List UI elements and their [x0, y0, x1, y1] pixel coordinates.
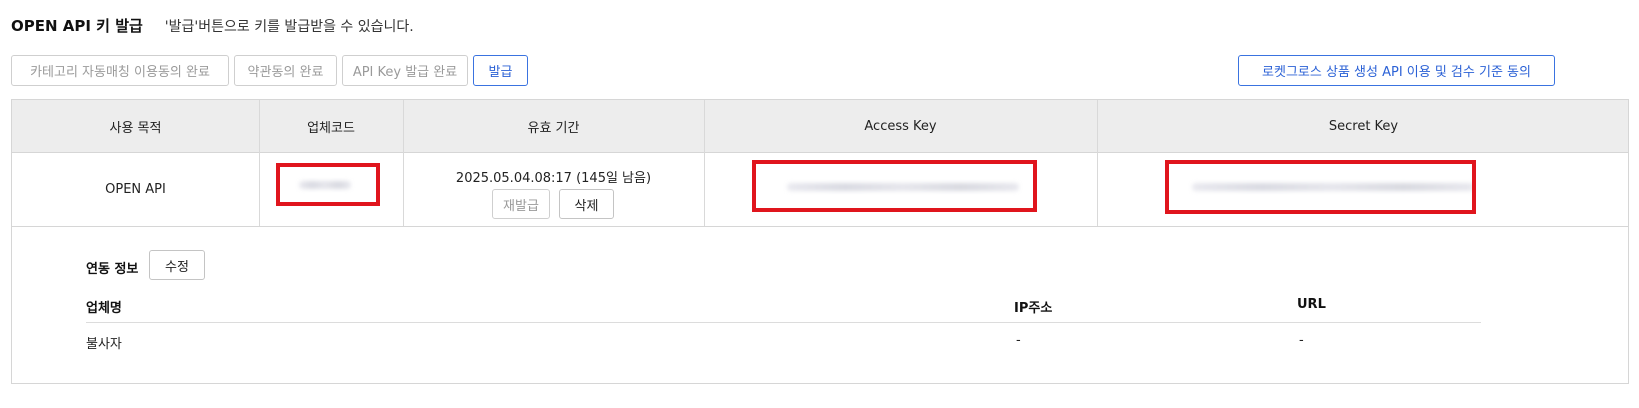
integration-divider	[86, 322, 1481, 323]
column-divider	[704, 100, 705, 226]
ip-address-value: -	[1016, 333, 1021, 348]
validity-cell: 2025.05.04.08:17 (145일 남음) 재발급 삭제	[403, 153, 704, 226]
column-header-purpose: 사용 목적	[109, 120, 162, 136]
page-header: OPEN API 키 발급 '발급'버튼으로 키를 발급받을 수 있습니다.	[11, 15, 414, 36]
column-divider	[1097, 100, 1098, 226]
rocket-growth-agreement-button[interactable]: 로켓그로스 상품 생성 API 이용 및 검수 기준 동의	[1238, 55, 1555, 86]
column-header-validity: 유효 기간	[527, 120, 580, 136]
integration-info-label: 연동 정보	[86, 262, 139, 277]
issue-button[interactable]: 발급	[473, 55, 528, 86]
validity-period: 2025.05.04.08:17 (145일 남음)	[455, 171, 652, 186]
purpose-cell: OPEN API	[105, 182, 166, 197]
ip-address-header: IP주소	[1014, 301, 1053, 316]
reissue-button[interactable]: 재발급	[492, 189, 550, 219]
row-divider	[12, 226, 1628, 227]
url-header: URL	[1297, 297, 1326, 312]
api-key-page: OPEN API 키 발급 '발급'버튼으로 키를 발급받을 수 있습니다. 카…	[0, 0, 1639, 408]
highlight-box	[752, 160, 1037, 212]
category-agreement-button[interactable]: 카테고리 자동매칭 이용동의 완료	[11, 55, 229, 86]
page-description: '발급'버튼으로 키를 발급받을 수 있습니다.	[164, 19, 414, 35]
table-header: 사용 목적 업체코드 유효 기간 Access Key Secret Key	[12, 100, 1628, 153]
company-name-header: 업체명	[86, 301, 122, 316]
column-header-secret-key: Secret Key	[1328, 118, 1399, 134]
api-key-table: 사용 목적 업체코드 유효 기간 Access Key Secret Key O…	[11, 99, 1629, 384]
column-divider	[259, 100, 260, 226]
terms-agreement-button[interactable]: 약관동의 완료	[234, 55, 337, 86]
api-key-issued-button[interactable]: API Key 발급 완료	[342, 55, 468, 86]
column-header-company-code: 업체코드	[307, 120, 355, 136]
url-value: -	[1299, 333, 1304, 348]
page-title: OPEN API 키 발급	[11, 17, 143, 35]
edit-button[interactable]: 수정	[149, 250, 205, 280]
delete-button[interactable]: 삭제	[559, 189, 614, 219]
column-header-access-key: Access Key	[864, 118, 937, 134]
highlight-box	[276, 163, 380, 206]
highlight-box	[1165, 160, 1476, 214]
company-name-value: 불사자	[86, 337, 122, 352]
